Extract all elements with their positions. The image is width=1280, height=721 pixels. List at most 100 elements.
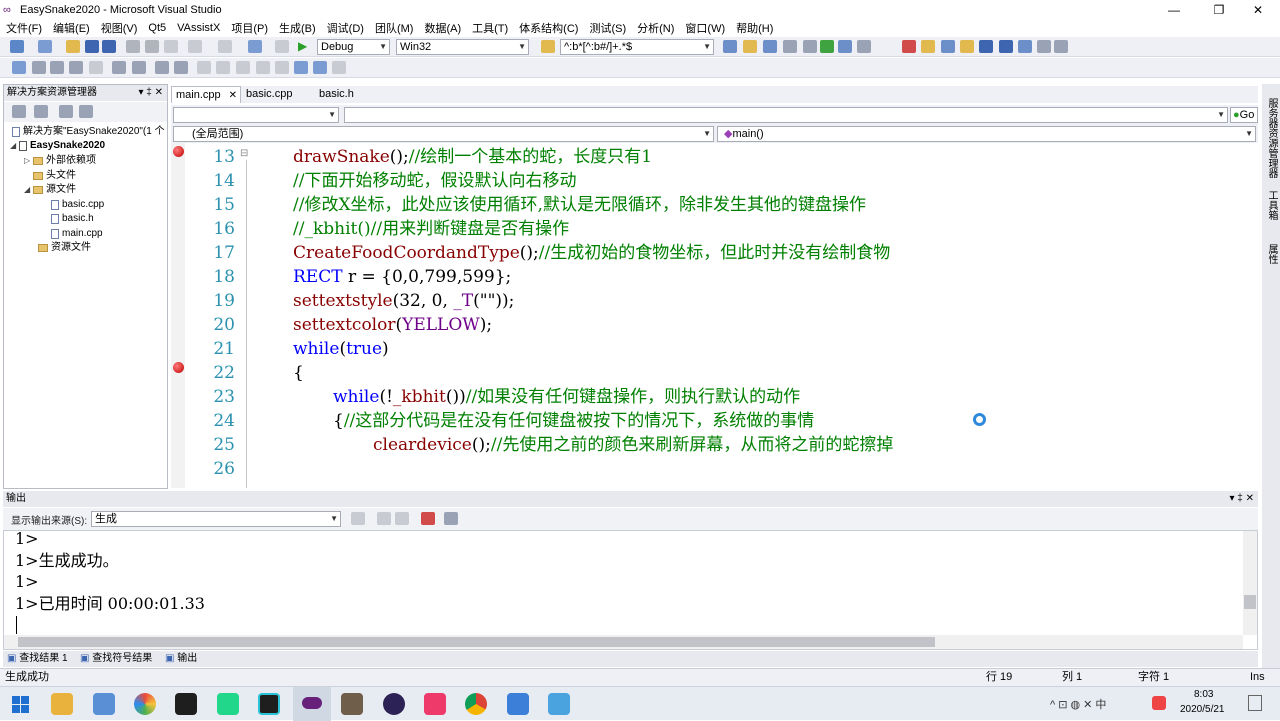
- tool-icon-15[interactable]: [1018, 40, 1032, 53]
- visual-studio-task-icon[interactable]: [293, 687, 331, 721]
- clear-bookmarks-icon[interactable]: [332, 61, 346, 74]
- maximize-button[interactable]: ❐: [1201, 0, 1237, 19]
- output-horizontal-scrollbar[interactable]: [4, 635, 1243, 649]
- refresh-icon[interactable]: [59, 105, 73, 118]
- collapse-arrow-icon[interactable]: ◢: [10, 139, 19, 153]
- tree-headers[interactable]: 头文件: [33, 169, 76, 183]
- output-hscroll-thumb[interactable]: [18, 637, 935, 647]
- color-wheel-app-icon[interactable]: [134, 693, 156, 715]
- tool-icon-13[interactable]: [979, 40, 993, 53]
- toolbox-tab[interactable]: 工具箱: [1264, 190, 1279, 220]
- menu-vassistx[interactable]: VAssistX: [171, 22, 225, 34]
- this-pc-icon[interactable]: [93, 693, 115, 715]
- comment-icon[interactable]: [155, 61, 169, 74]
- collapse-arrow-icon[interactable]: ◢: [24, 183, 33, 197]
- tool-icon-17[interactable]: [1054, 40, 1068, 53]
- tab-basic-h[interactable]: basic.h: [315, 86, 375, 103]
- tree-project[interactable]: ◢ EasySnake2020: [10, 139, 105, 153]
- menu-team[interactable]: 团队(M): [369, 20, 419, 36]
- properties-icon[interactable]: [12, 105, 26, 118]
- tree-file-main-cpp[interactable]: main.cpp: [51, 227, 103, 241]
- tab-basic-cpp[interactable]: basic.cpp: [242, 86, 314, 103]
- tab-find-results[interactable]: ▣ 查找结果 1: [7, 651, 68, 667]
- editor-tool-icon-4[interactable]: [69, 61, 83, 74]
- save-all-icon[interactable]: [102, 40, 116, 53]
- clock-time[interactable]: 8:03: [1194, 689, 1213, 700]
- function-dropdown[interactable]: ◆main() ▼: [717, 126, 1256, 142]
- server-explorer-tab[interactable]: 服务器资源管理器: [1264, 98, 1279, 178]
- tool-icon-9[interactable]: [902, 40, 916, 53]
- find-combo[interactable]: ^:b*[^:b#/]+.*$ ▼: [560, 39, 714, 55]
- tree-external-deps[interactable]: ▷ 外部依赖项: [24, 154, 96, 168]
- menu-edit[interactable]: 编辑(E): [47, 20, 95, 36]
- output-text-area[interactable]: 1> 1>生成成功。 1> 1>已用时间 00:00:01.33: [3, 530, 1258, 650]
- platform-dropdown[interactable]: Win32 ▼: [396, 39, 529, 55]
- notification-icon[interactable]: [1248, 695, 1262, 711]
- tool-icon-4[interactable]: [783, 40, 797, 53]
- output-source-dropdown[interactable]: 生成 ▼: [91, 511, 341, 527]
- bookmark-icon[interactable]: [197, 61, 211, 74]
- close-tab-icon[interactable]: ✕: [229, 87, 237, 104]
- menu-debug[interactable]: 调试(D): [321, 20, 369, 36]
- add-item-icon[interactable]: [38, 40, 52, 53]
- tab-find-symbol-results[interactable]: ▣ 查找符号结果: [80, 651, 152, 667]
- editor-tool-icon-1[interactable]: [12, 61, 26, 74]
- menu-view[interactable]: 视图(V): [95, 20, 143, 36]
- output-vertical-scrollbar[interactable]: [1243, 531, 1257, 635]
- navigate-back-icon[interactable]: [248, 40, 262, 53]
- clock-date[interactable]: 2020/5/21: [1180, 704, 1225, 715]
- cut-icon[interactable]: [126, 40, 140, 53]
- tool-icon-11[interactable]: [941, 40, 955, 53]
- tool-icon-5[interactable]: [803, 40, 817, 53]
- file-explorer-icon[interactable]: [51, 693, 73, 715]
- webstorm-icon[interactable]: [258, 693, 280, 715]
- tab-main-cpp[interactable]: main.cpp ✕: [171, 86, 241, 103]
- editor-tool-icon-3[interactable]: [50, 61, 64, 74]
- open-file-icon[interactable]: [66, 40, 80, 53]
- eclipse-icon[interactable]: [383, 693, 405, 715]
- project-combo[interactable]: ▼: [173, 107, 339, 123]
- intellij-icon[interactable]: [424, 693, 446, 715]
- tool-icon-8[interactable]: [857, 40, 871, 53]
- editor-tool-icon-5[interactable]: [89, 61, 103, 74]
- config-dropdown[interactable]: Debug ▼: [317, 39, 390, 55]
- paste-icon[interactable]: [164, 40, 178, 53]
- prev-bookmark-folder-icon[interactable]: [256, 61, 270, 74]
- chrome-icon[interactable]: [465, 693, 487, 715]
- menu-file[interactable]: 文件(F): [0, 20, 47, 36]
- app-icon-12[interactable]: [507, 693, 529, 715]
- find-in-files-icon[interactable]: [541, 40, 555, 53]
- tool-icon-10[interactable]: [921, 40, 935, 53]
- tool-icon-12[interactable]: [960, 40, 974, 53]
- app-icon-13[interactable]: [548, 693, 570, 715]
- menu-window[interactable]: 窗口(W): [679, 20, 730, 36]
- member-combo[interactable]: ▼: [344, 107, 1228, 123]
- app-icon-8[interactable]: [341, 693, 363, 715]
- undo-icon[interactable]: [188, 40, 202, 53]
- menu-test[interactable]: 测试(S): [583, 20, 631, 36]
- tree-sources[interactable]: ◢ 源文件: [24, 183, 76, 197]
- save-icon[interactable]: [85, 40, 99, 53]
- tool-icon-16[interactable]: [1037, 40, 1051, 53]
- bookmark-next-doc-icon[interactable]: [313, 61, 327, 74]
- editor-tool-icon-2[interactable]: [32, 61, 46, 74]
- word-wrap-icon[interactable]: [444, 512, 458, 525]
- go-button[interactable]: ●Go: [1230, 107, 1258, 123]
- menu-architecture[interactable]: 体系结构(C): [513, 20, 583, 36]
- menu-analyze[interactable]: 分析(N): [631, 20, 679, 36]
- prev-bookmark-icon[interactable]: [216, 61, 230, 74]
- next-message-icon[interactable]: [395, 512, 409, 525]
- goto-message-icon[interactable]: [351, 512, 365, 525]
- redo-icon[interactable]: [218, 40, 232, 53]
- menu-tools[interactable]: 工具(T): [466, 20, 513, 36]
- tray-app-icon[interactable]: [1152, 696, 1166, 710]
- tool-icon-2[interactable]: [743, 40, 757, 53]
- pycharm-icon[interactable]: [217, 693, 239, 715]
- menu-build[interactable]: 生成(B): [273, 20, 321, 36]
- uncomment-icon[interactable]: [174, 61, 188, 74]
- output-panel-controls[interactable]: ▾ ‡ ✕: [1229, 491, 1254, 507]
- prev-message-icon[interactable]: [377, 512, 391, 525]
- tool-icon-3[interactable]: [763, 40, 777, 53]
- scope-dropdown[interactable]: (全局范围) ▼: [173, 126, 714, 142]
- next-bookmark-icon[interactable]: [236, 61, 250, 74]
